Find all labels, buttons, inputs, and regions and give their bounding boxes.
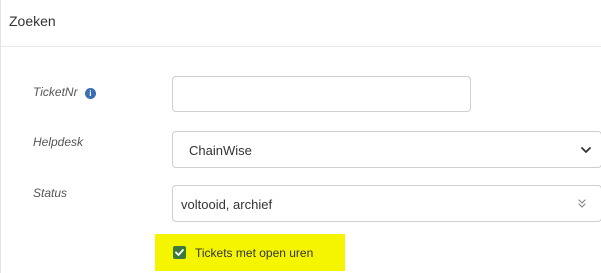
panel-header: Zoeken bbox=[1, 0, 601, 47]
checkmark-icon bbox=[175, 249, 184, 256]
chevron-down-icon bbox=[581, 147, 591, 153]
search-panel: Zoeken TicketNr i Helpdesk ChainWise Sta… bbox=[0, 0, 601, 273]
ticketnr-input[interactable] bbox=[172, 76, 471, 112]
info-icon[interactable]: i bbox=[84, 88, 96, 99]
helpdesk-selected-value: ChainWise bbox=[189, 143, 252, 158]
open-hours-label[interactable]: Tickets met open uren bbox=[195, 246, 313, 260]
panel-title: Zoeken bbox=[9, 13, 56, 29]
status-label: Status bbox=[33, 186, 68, 200]
helpdesk-label: Helpdesk bbox=[33, 135, 84, 149]
ticketnr-label: TicketNr i bbox=[33, 85, 96, 99]
status-selected-value: voltooid, archief bbox=[181, 197, 273, 212]
helpdesk-select[interactable]: ChainWise bbox=[172, 131, 601, 168]
status-multiselect[interactable]: voltooid, archief bbox=[172, 185, 601, 222]
ticketnr-label-text: TicketNr bbox=[33, 85, 78, 99]
open-hours-checkbox[interactable] bbox=[173, 246, 186, 259]
double-chevron-icon bbox=[578, 199, 586, 208]
